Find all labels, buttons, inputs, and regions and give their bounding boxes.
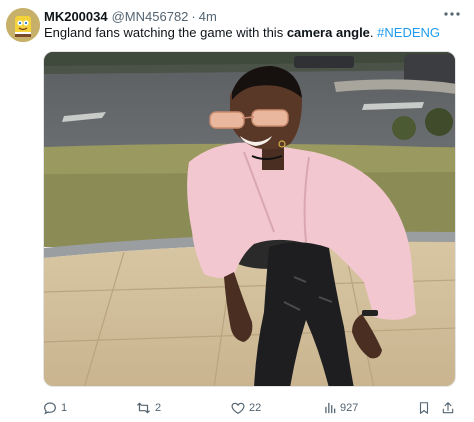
like-button[interactable]: 22 xyxy=(230,398,261,418)
avatar-image xyxy=(6,8,40,42)
reply-icon xyxy=(44,402,56,415)
retweet-button[interactable]: 2 xyxy=(135,398,161,418)
reply-count: 1 xyxy=(61,402,68,414)
heart-icon xyxy=(231,402,245,415)
views-chart-icon xyxy=(325,402,336,414)
more-options-button[interactable] xyxy=(442,6,462,22)
more-dots-icon xyxy=(444,12,460,16)
hashtag-link[interactable]: #NEDENG xyxy=(377,25,440,40)
tweet-card[interactable]: MK200034 @MN456782 · 4m England fans wat… xyxy=(0,0,474,422)
like-count: 22 xyxy=(249,402,262,414)
photo-image xyxy=(44,52,455,386)
separator-dot: · xyxy=(191,8,196,24)
share-icon xyxy=(442,402,454,414)
avatar[interactable] xyxy=(6,8,40,42)
tweet-action-bar: 1 2 22 927 xyxy=(0,398,474,420)
tweet-text: England fans watching the game with this… xyxy=(44,25,440,41)
views-button[interactable]: 927 xyxy=(323,398,358,418)
retweet-icon xyxy=(137,402,150,414)
views-count: 927 xyxy=(340,402,359,414)
reply-button[interactable]: 1 xyxy=(42,398,67,418)
tweet-text-prefix: England fans watching the game with this xyxy=(44,25,287,40)
tweet-media-photo[interactable] xyxy=(43,51,456,387)
bookmark-button[interactable] xyxy=(417,398,431,418)
timestamp[interactable]: 4m xyxy=(199,9,217,24)
bookmark-icon xyxy=(419,402,429,414)
retweet-count: 2 xyxy=(155,402,162,414)
tweet-text-period: . xyxy=(369,25,374,40)
share-button[interactable] xyxy=(441,398,455,418)
display-name[interactable]: MK200034 xyxy=(44,9,108,24)
user-handle[interactable]: @MN456782 xyxy=(112,9,189,24)
tweet-header: MK200034 @MN456782 · 4m xyxy=(44,8,217,24)
tweet-text-bold: camera angle xyxy=(286,25,370,40)
